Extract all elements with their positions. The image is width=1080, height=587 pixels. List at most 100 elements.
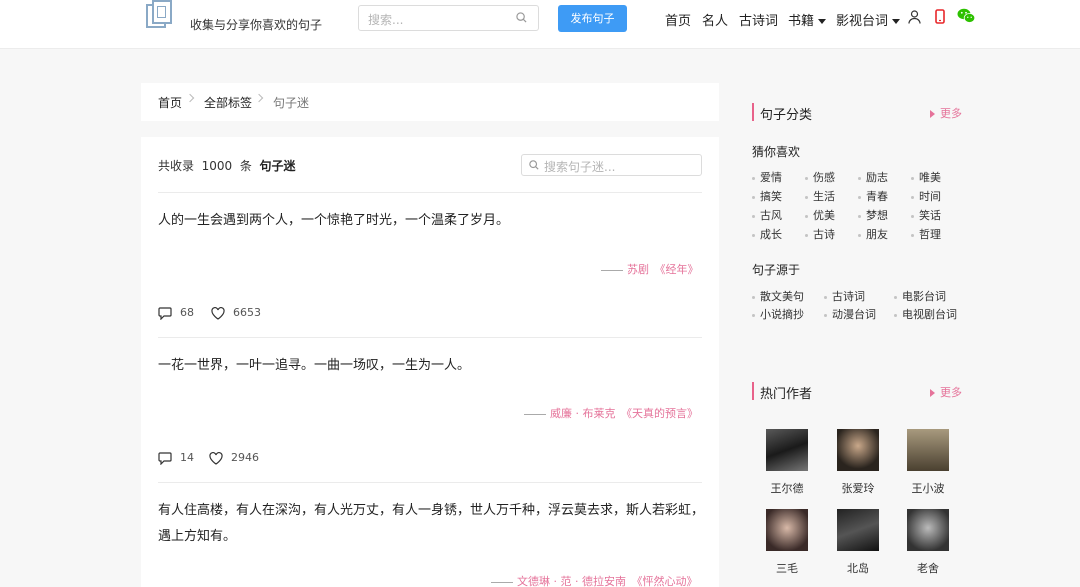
quote-source[interactable]: 文德琳 · 范 · 德拉安南 《怦然心动》 [491, 573, 697, 587]
section-marker [752, 382, 754, 400]
source-link[interactable]: 电影台词 [894, 288, 946, 304]
tag-link[interactable]: 朋友 [858, 226, 888, 242]
comment-count: 68 [180, 306, 194, 319]
publish-button[interactable]: 发布句子 [558, 5, 627, 32]
wechat-icon[interactable] [957, 8, 975, 24]
dash [491, 581, 513, 583]
source-title: 句子源于 [752, 263, 801, 277]
quote-text[interactable]: 有人住高楼，有人在深沟，有人光万丈，有人一身锈，世人万千种，浮云莫去求，斯人若彩… [158, 498, 706, 550]
like-button[interactable]: 2946 [209, 451, 259, 465]
author-card[interactable]: 王小波 [898, 429, 958, 496]
author-card[interactable]: 老舍 [898, 509, 958, 576]
site-slogan: 收集与分享你喜欢的句子 [190, 18, 323, 32]
dash [524, 413, 546, 415]
nav-celebrities[interactable]: 名人 [702, 10, 728, 29]
top-header: 收集与分享你喜欢的句子 搜索... 发布句子 首页 名人 古诗词 书籍 影视台词 [0, 0, 1080, 49]
chevron-down-icon [892, 19, 901, 24]
tag-search-placeholder: 搜索句子迷... [544, 160, 616, 174]
source-link[interactable]: 古诗词 [824, 288, 865, 304]
tag-link[interactable]: 哲理 [911, 226, 941, 242]
nav-home[interactable]: 首页 [665, 10, 691, 29]
tag-link[interactable]: 伤感 [805, 169, 835, 185]
tag-link[interactable]: 古风 [752, 207, 782, 223]
author-name: 北岛 [847, 562, 869, 575]
tag-link[interactable]: 唯美 [911, 169, 941, 185]
author-name: 王小波 [911, 482, 945, 495]
categories-more-link[interactable]: 更多 [930, 105, 962, 121]
author-card[interactable]: 北岛 [828, 509, 888, 576]
divider [158, 337, 702, 338]
source-link[interactable]: 小说摘抄 [752, 306, 804, 322]
tag-link[interactable]: 优美 [805, 207, 835, 223]
nav-film-lines-label: 影视台词 [836, 14, 889, 29]
avatar [907, 509, 949, 551]
search-input[interactable]: 搜索... [358, 5, 539, 31]
tag-link[interactable]: 时间 [911, 188, 941, 204]
dash [601, 269, 623, 271]
comment-count: 14 [180, 451, 194, 464]
search-icon[interactable] [529, 160, 539, 170]
divider [158, 192, 702, 193]
heart-icon [211, 306, 225, 320]
summary-count: 1000 [201, 159, 233, 173]
logo-icon[interactable] [146, 0, 176, 30]
nav-poetry[interactable]: 古诗词 [739, 10, 778, 29]
tag-link[interactable]: 梦想 [858, 207, 888, 223]
tag-link[interactable]: 笑话 [911, 207, 941, 223]
breadcrumb-all-tags[interactable]: 全部标签 [204, 94, 252, 111]
search-placeholder: 搜索... [368, 13, 404, 27]
breadcrumb-current: 句子迷 [273, 96, 310, 110]
author-card[interactable]: 三毛 [757, 509, 817, 576]
tag-link[interactable]: 励志 [858, 169, 888, 185]
author-name: 张爱玲 [841, 482, 875, 495]
summary-tag: 句子迷 [259, 159, 296, 173]
heart-icon [209, 451, 223, 465]
author-card[interactable]: 张爱玲 [828, 429, 888, 496]
tag-link[interactable]: 青春 [858, 188, 888, 204]
author-name: 老舍 [917, 562, 939, 575]
nav-film-lines[interactable]: 影视台词 [836, 10, 901, 29]
tag-link[interactable]: 成长 [752, 226, 782, 242]
section-marker [752, 103, 754, 121]
authors-title: 热门作者 [760, 387, 813, 402]
comment-button[interactable]: 14 [158, 451, 194, 465]
phone-icon[interactable] [935, 9, 945, 24]
quote-source-label: 苏剧 《经年》 [627, 263, 699, 276]
search-icon[interactable] [516, 12, 527, 23]
quote-source-label: 威廉 · 布莱克 《天真的预言》 [550, 407, 698, 420]
like-button[interactable]: 6653 [211, 306, 261, 320]
avatar [837, 429, 879, 471]
categories-title: 句子分类 [760, 108, 813, 123]
quote-text[interactable]: 人的一生会遇到两个人，一个惊艳了时光，一个温柔了岁月。 [158, 208, 706, 234]
tag-search-input[interactable]: 搜索句子迷... [521, 154, 702, 176]
chevron-down-icon [818, 19, 827, 24]
nav-books-label: 书籍 [788, 14, 815, 29]
breadcrumb-home[interactable]: 首页 [158, 94, 182, 111]
source-link[interactable]: 散文美句 [752, 288, 804, 304]
tag-link[interactable]: 古诗 [805, 226, 835, 242]
avatar [907, 429, 949, 471]
guess-title: 猜你喜欢 [752, 145, 801, 159]
tag-link[interactable]: 生活 [805, 188, 835, 204]
list-summary: 共收录 1000 条 句子迷 [158, 157, 296, 174]
source-link[interactable]: 动漫台词 [824, 306, 876, 322]
author-card[interactable]: 王尔德 [757, 429, 817, 496]
avatar [837, 509, 879, 551]
quote-source[interactable]: 威廉 · 布莱克 《天真的预言》 [524, 405, 698, 421]
authors-more-link[interactable]: 更多 [930, 384, 962, 400]
divider [158, 482, 702, 483]
quote-source-label: 文德琳 · 范 · 德拉安南 《怦然心动》 [517, 575, 698, 587]
comment-button[interactable]: 68 [158, 306, 194, 320]
tag-link[interactable]: 搞笑 [752, 188, 782, 204]
user-icon[interactable] [908, 10, 921, 24]
like-count: 2946 [231, 451, 259, 464]
summary-prefix: 共收录 [158, 159, 195, 173]
nav-books[interactable]: 书籍 [788, 10, 827, 29]
quote-source[interactable]: 苏剧 《经年》 [601, 261, 699, 277]
quote-text[interactable]: 一花一世界，一叶一追寻。一曲一场叹，一生为一人。 [158, 353, 706, 379]
like-count: 6653 [233, 306, 261, 319]
tag-link[interactable]: 爱情 [752, 169, 782, 185]
summary-unit: 条 [239, 159, 252, 173]
source-link[interactable]: 电视剧台词 [894, 306, 957, 322]
avatar [766, 509, 808, 551]
